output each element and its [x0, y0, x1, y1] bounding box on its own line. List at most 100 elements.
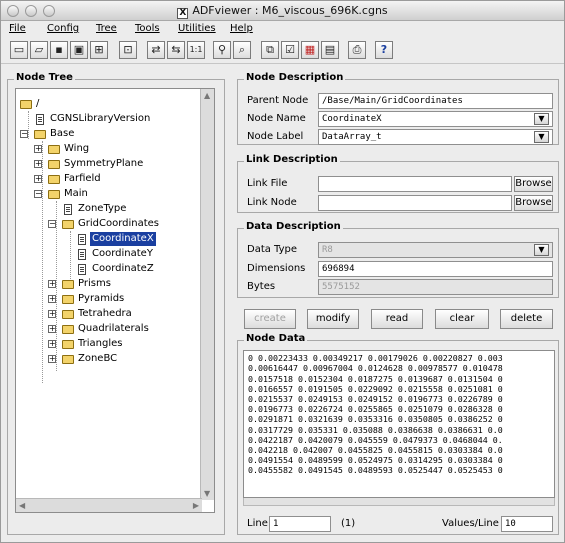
folder-icon: [34, 130, 46, 139]
line-field[interactable]: 1: [269, 516, 331, 532]
node-data-horizontal-scrollbar[interactable]: [243, 498, 555, 506]
expand-icon[interactable]: +: [34, 175, 42, 183]
clear-button[interactable]: clear: [435, 309, 489, 329]
scroll-left-icon[interactable]: ◀: [19, 501, 25, 510]
collapse-icon[interactable]: −: [34, 190, 42, 198]
collapse-icon[interactable]: −: [20, 130, 28, 138]
data-type-label: Data Type: [247, 244, 298, 255]
copy-icon[interactable]: ⧉: [261, 41, 279, 59]
folder-icon: [62, 220, 74, 229]
data-type-field[interactable]: R8: [318, 242, 553, 258]
modify-button[interactable]: modify: [307, 309, 359, 329]
color-icon[interactable]: ▦: [301, 41, 319, 59]
unlink-icon[interactable]: ⇆: [167, 41, 185, 59]
app-window: X ADFviewer : M6_viscous_696K.cgns File C…: [0, 0, 565, 543]
scroll-down-icon[interactable]: ▼: [204, 489, 210, 498]
menu-tree[interactable]: Tree: [96, 23, 117, 34]
line-label: Line: [247, 518, 268, 529]
node-name-field[interactable]: CoordinateX: [318, 111, 553, 127]
dimensions-label: Dimensions: [247, 263, 306, 274]
document-icon: [78, 234, 86, 245]
node-tree[interactable]: / CGNSLibraryVersion − Base + Wing + Sym…: [15, 88, 215, 513]
folder-icon: [62, 280, 74, 289]
new-icon[interactable]: ▭: [10, 41, 28, 59]
tree-horizontal-scrollbar[interactable]: ◀ ▶: [16, 498, 202, 512]
data-line: 0.0291871 0.0321639 0.0353316 0.0350805 …: [248, 414, 503, 424]
save-icon[interactable]: ▪: [50, 41, 68, 59]
link-file-field[interactable]: [318, 176, 512, 192]
zoom-icon[interactable]: ⊡: [119, 41, 137, 59]
node-label-dropdown-icon[interactable]: ▼: [534, 131, 549, 143]
create-button[interactable]: create: [244, 309, 296, 329]
print-icon[interactable]: ⎙: [348, 41, 366, 59]
folder-icon: [20, 100, 32, 109]
expand-icon[interactable]: +: [48, 355, 56, 363]
node-label-label: Node Label: [247, 131, 304, 142]
node-data-legend: Node Data: [244, 333, 308, 344]
folder-icon: [62, 355, 74, 364]
data-line: 0.0317729 0.035331 0.035088 0.0386638 0.…: [248, 425, 503, 435]
data-line: 0.042218 0.042007 0.0455825 0.0455815 0.…: [248, 445, 503, 455]
expand-icon[interactable]: +: [48, 340, 56, 348]
node-data-textarea[interactable]: 0 0.00223433 0.00349217 0.00179026 0.002…: [243, 350, 555, 498]
menu-help[interactable]: Help: [230, 23, 253, 34]
window-title-text: ADFviewer : M6_viscous_696K.cgns: [192, 4, 388, 17]
parent-node-field[interactable]: /Base/Main/GridCoordinates: [318, 93, 553, 109]
menu-tools[interactable]: Tools: [135, 23, 160, 34]
menu-utilities[interactable]: Utilities: [178, 23, 216, 34]
expand-icon[interactable]: +: [48, 295, 56, 303]
expand-icon[interactable]: +: [34, 160, 42, 168]
link-icon[interactable]: ⇄: [147, 41, 165, 59]
search-icon[interactable]: ⚲: [213, 41, 231, 59]
grid-icon[interactable]: ▤: [321, 41, 339, 59]
folder-icon: [62, 310, 74, 319]
tree-vertical-scrollbar[interactable]: ▲ ▼: [200, 89, 214, 500]
properties-icon[interactable]: ⊞: [90, 41, 108, 59]
parent-node-label: Parent Node: [247, 95, 309, 106]
expand-icon[interactable]: +: [48, 325, 56, 333]
data-line: 0.0215537 0.0249153 0.0249152 0.0196773 …: [248, 394, 503, 404]
number-icon[interactable]: 1:1: [187, 41, 205, 59]
data-line: 0.0196773 0.0226724 0.0255865 0.0251079 …: [248, 404, 503, 414]
data-line: 0.00616447 0.00967004 0.0124628 0.009785…: [248, 363, 503, 373]
expand-icon[interactable]: +: [34, 145, 42, 153]
open-icon[interactable]: ▱: [30, 41, 48, 59]
data-type-dropdown-icon[interactable]: ▼: [534, 244, 549, 256]
values-per-line-field[interactable]: 10: [501, 516, 553, 532]
bytes-label: Bytes: [247, 281, 276, 292]
link-node-label: Link Node: [247, 197, 297, 208]
node-label-field[interactable]: DataArray_t: [318, 129, 553, 145]
dimensions-field[interactable]: 696894: [318, 261, 553, 277]
delete-button[interactable]: delete: [500, 309, 553, 329]
folder-icon: [62, 295, 74, 304]
folder-icon: [48, 145, 60, 154]
read-button[interactable]: read: [371, 309, 423, 329]
scroll-up-icon[interactable]: ▲: [204, 91, 210, 100]
toolbar: ▭ ▱ ▪ ▣ ⊞ ⊡ ⇄ ⇆ 1:1 ⚲ ⌕ ⧉ ☑ ▦ ▤ ⎙ ?: [1, 38, 564, 64]
find-icon[interactable]: ⌕: [233, 41, 251, 59]
menu-config[interactable]: Config: [47, 23, 79, 34]
data-line: 0.0491554 0.0489599 0.0524975 0.0314295 …: [248, 455, 503, 465]
line-count: (1): [341, 518, 356, 529]
window-title: X ADFviewer : M6_viscous_696K.cgns: [1, 4, 564, 19]
link-file-browse-button[interactable]: Browse: [514, 176, 553, 192]
data-line: 0.0157518 0.0152304 0.0187275 0.0139687 …: [248, 374, 503, 384]
link-description-legend: Link Description: [244, 154, 340, 165]
menu-file[interactable]: File: [9, 23, 26, 34]
data-line: 0.0166557 0.0191505 0.0229092 0.0215558 …: [248, 384, 503, 394]
check-icon[interactable]: ☑: [281, 41, 299, 59]
data-line: 0 0.00223433 0.00349217 0.00179026 0.002…: [248, 353, 503, 363]
help-icon[interactable]: ?: [375, 41, 393, 59]
link-node-browse-button[interactable]: Browse: [514, 195, 553, 211]
save-as-icon[interactable]: ▣: [70, 41, 88, 59]
node-description-legend: Node Description: [244, 72, 346, 83]
expand-icon[interactable]: +: [48, 310, 56, 318]
scroll-right-icon[interactable]: ▶: [193, 501, 199, 510]
collapse-icon[interactable]: −: [48, 220, 56, 228]
folder-icon: [48, 175, 60, 184]
node-name-dropdown-icon[interactable]: ▼: [534, 113, 549, 125]
link-node-field[interactable]: [318, 195, 512, 211]
expand-icon[interactable]: +: [48, 280, 56, 288]
data-line: 0.0455582 0.0491545 0.0489593 0.0525447 …: [248, 465, 503, 475]
bytes-field: 5575152: [318, 279, 553, 295]
